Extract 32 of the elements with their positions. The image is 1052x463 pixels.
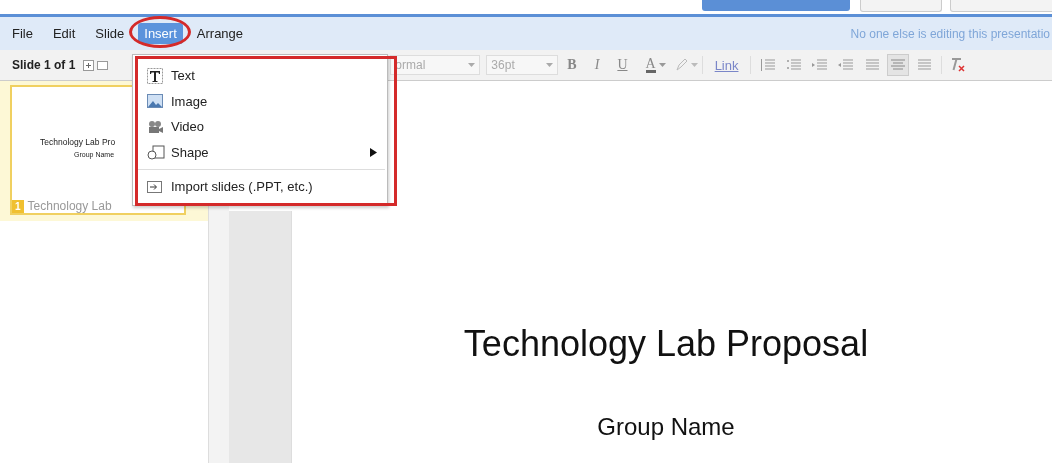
- slide-title: Technology Lab Proposal: [463, 323, 869, 365]
- import-icon: [147, 180, 162, 193]
- align-center-icon[interactable]: [887, 54, 910, 76]
- highlight-color-icon[interactable]: [673, 58, 688, 72]
- menu-item[interactable]: Arrange: [190, 23, 250, 44]
- add-slide-icon[interactable]: [83, 59, 95, 71]
- dropdown-caret-icon[interactable]: [658, 63, 666, 67]
- dropdown-caret-icon[interactable]: [546, 63, 554, 67]
- align-left-icon[interactable]: [864, 58, 881, 72]
- decrease-indent-icon[interactable]: [812, 58, 829, 72]
- increase-indent-icon[interactable]: [838, 58, 855, 72]
- shape-icon: [147, 144, 165, 160]
- thumbnail-title: Technology Lab Pro: [40, 137, 117, 147]
- video-icon: [147, 119, 164, 134]
- menu-item[interactable]: File: [6, 23, 39, 44]
- numbered-list-icon[interactable]: [760, 58, 777, 72]
- collaboration-status: No one else is editing this presentatio: [850, 26, 1050, 41]
- menu-option-label: Text: [171, 68, 195, 84]
- slide-label: Technology Lab: [27, 199, 112, 213]
- slide-subtitle: Group Name: [597, 413, 735, 441]
- bulleted-list-icon[interactable]: [786, 58, 803, 72]
- dropdown-caret-icon[interactable]: [690, 63, 698, 67]
- slide-counter: Slide 1 of 1: [12, 58, 76, 72]
- align-right-icon[interactable]: [916, 58, 933, 72]
- text-icon: [147, 67, 163, 84]
- menu-item[interactable]: Edit: [46, 23, 82, 44]
- image-icon: [147, 94, 163, 109]
- slide-number: 1: [12, 199, 24, 213]
- dropdown-caret-icon[interactable]: [468, 63, 476, 67]
- slide-icon[interactable]: [97, 59, 109, 71]
- menu-item[interactable]: Slide: [89, 23, 131, 44]
- clear-formatting-icon[interactable]: [950, 57, 967, 73]
